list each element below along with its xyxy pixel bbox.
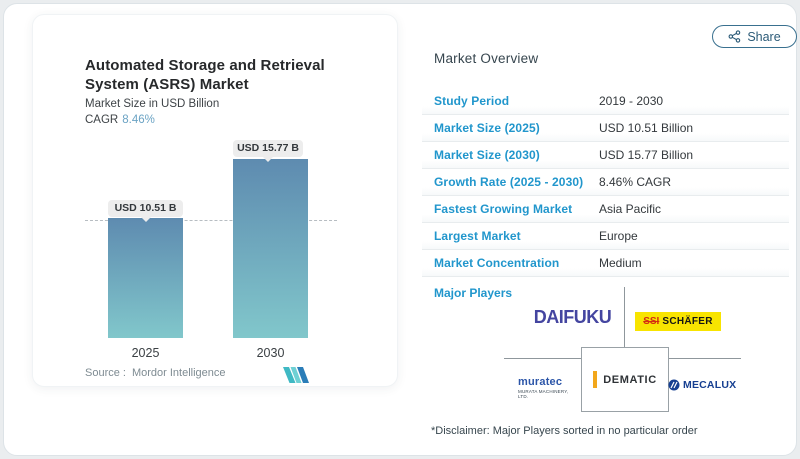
row-value: Asia Pacific xyxy=(599,202,662,216)
table-row: Largest Market Europe xyxy=(422,223,789,250)
ssi-logo-prefix: SSI xyxy=(643,316,660,327)
row-value: Europe xyxy=(599,229,638,243)
share-nodes-icon xyxy=(728,30,741,43)
dematic-accent-bar xyxy=(593,371,598,388)
row-value: USD 15.77 Billion xyxy=(599,148,694,162)
table-row: Growth Rate (2025 - 2030) 8.46% CAGR xyxy=(422,169,789,196)
row-value: 8.46% CAGR xyxy=(599,175,672,189)
row-label: Fastest Growing Market xyxy=(434,202,573,216)
bar-2025 xyxy=(108,218,183,338)
chart-title: Automated Storage and Retrieval System (… xyxy=(85,57,325,93)
cagr-value: 8.46% xyxy=(122,114,155,126)
muratec-logo-text: muratec xyxy=(518,376,563,388)
table-row: Market Concentration Medium xyxy=(422,250,789,277)
mecalux-logo-icon xyxy=(668,379,680,391)
value-badge-2025: USD 10.51 B xyxy=(108,200,183,222)
cagr-label: CAGR xyxy=(85,114,119,126)
row-label: Growth Rate (2025 - 2030) xyxy=(434,175,584,189)
table-row: Market Size (2025) USD 10.51 Billion xyxy=(422,115,789,142)
muratec-logo-subtext: MURATA MACHINERY, LTD. xyxy=(518,389,569,399)
players-connector-left xyxy=(504,358,581,359)
mecalux-logo-text: MECALUX xyxy=(683,379,737,391)
value-badge-2030: USD 15.77 B xyxy=(233,140,303,162)
muratec-logo: muratec MURATA MACHINERY, LTD. xyxy=(518,376,578,399)
disclaimer-text: *Disclaimer: Major Players sorted in no … xyxy=(431,425,698,437)
row-value: 2019 - 2030 xyxy=(599,94,664,108)
share-button-label: Share xyxy=(747,29,781,44)
source-name: Mordor Intelligence xyxy=(131,367,226,379)
row-value: USD 10.51 Billion xyxy=(599,121,694,135)
report-card: Automated Storage and Retrieval System (… xyxy=(3,3,797,456)
players-connector-vertical xyxy=(624,287,625,347)
source-label: Source : xyxy=(85,367,126,379)
dematic-logo: DEMATIC xyxy=(581,347,669,412)
row-label: Market Concentration xyxy=(434,256,560,270)
ssi-logo-name: SCHÄFER xyxy=(662,316,713,327)
share-button[interactable]: Share xyxy=(712,25,797,48)
players-connector-right xyxy=(669,358,741,359)
daifuku-logo: DAIFUKU xyxy=(533,307,612,327)
row-label: Study Period xyxy=(434,94,510,108)
table-row: Study Period 2019 - 2030 xyxy=(422,88,789,115)
ssi-schaefer-logo: SSI SCHÄFER xyxy=(635,312,721,331)
source-line: Source : Mordor Intelligence xyxy=(85,367,226,379)
chart-cagr-line: CAGR 8.46% xyxy=(85,114,155,126)
bar-2030 xyxy=(233,159,308,338)
row-label: Market Size (2025) xyxy=(434,121,540,135)
dematic-logo-text: DEMATIC xyxy=(603,373,657,386)
mecalux-logo: MECALUX xyxy=(668,379,736,391)
x-axis-label-2025: 2025 xyxy=(131,346,160,360)
x-axis-label-2030: 2030 xyxy=(256,346,285,360)
mordor-intelligence-logo-icon xyxy=(283,367,309,388)
major-players-label: Major Players xyxy=(434,286,513,300)
row-value: Medium xyxy=(599,256,642,270)
overview-heading: Market Overview xyxy=(434,51,539,66)
overview-table: Study Period 2019 - 2030 Market Size (20… xyxy=(422,88,789,277)
table-row: Fastest Growing Market Asia Pacific xyxy=(422,196,789,223)
table-row: Market Size (2030) USD 15.77 Billion xyxy=(422,142,789,169)
row-label: Market Size (2030) xyxy=(434,148,540,162)
row-label: Largest Market xyxy=(434,229,521,243)
market-size-chart-card: Automated Storage and Retrieval System (… xyxy=(32,14,398,387)
chart-subtitle: Market Size in USD Billion xyxy=(85,98,220,110)
